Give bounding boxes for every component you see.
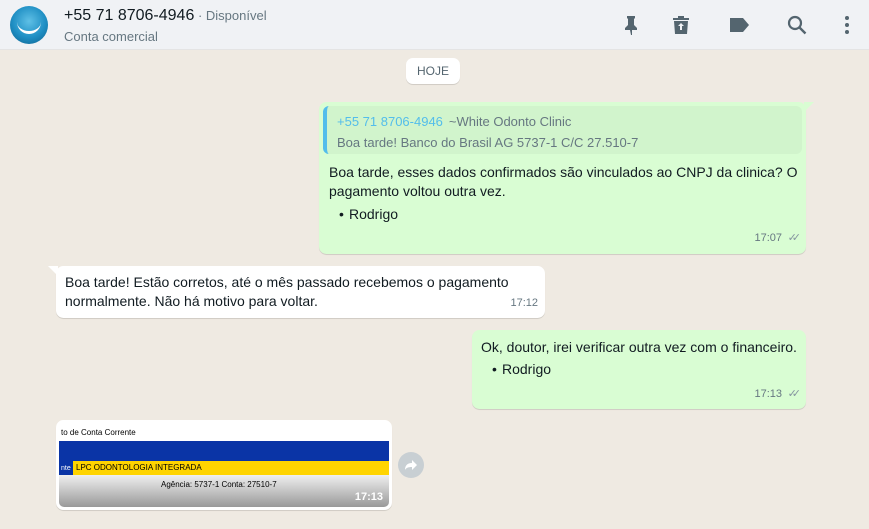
label-icon[interactable] <box>727 13 751 37</box>
image-company-name: LPC ODONTOLOGIA INTEGRADA <box>73 461 389 475</box>
image-side-text: nte <box>61 465 71 472</box>
image-preview[interactable]: to de Conta Corrente nte LPC ODONTOLOGIA… <box>59 423 389 507</box>
message-time: 17:13 <box>754 388 782 400</box>
incoming-message[interactable]: Boa tarde! Estão corretos, até o mês pas… <box>48 266 545 318</box>
image-account-text: Agência: 5737-1 Conta: 27510-7 <box>161 480 277 489</box>
search-icon[interactable] <box>785 13 809 37</box>
outgoing-message[interactable]: +55 71 8706-4946 ~White Odonto Clinic Boa… <box>319 102 814 254</box>
image-header-text: to de Conta Corrente <box>59 423 389 441</box>
message-text-line: normalmente. Não há motivo para voltar. <box>65 293 318 309</box>
message-text-line: Boa tarde! Estão corretos, até o mês pas… <box>65 274 509 290</box>
contact-name: +55 71 8706-4946 <box>64 7 195 24</box>
quoted-sender-number: +55 71 8706-4946 <box>337 114 443 129</box>
message-text-line: Boa tarde, esses dados confirmados são v… <box>329 164 798 180</box>
signature-bullet: • <box>492 361 497 377</box>
read-ticks-icon: ✓✓ <box>787 232 802 244</box>
bubble-tail <box>804 102 814 112</box>
message-signature: Rodrigo <box>349 206 399 222</box>
chat-header: +55 71 8706-4946 · Disponível Conta come… <box>0 0 869 50</box>
bubble-tail <box>48 266 58 276</box>
message-time: 17:13 <box>354 491 383 503</box>
message-time: 17:12 <box>510 297 538 309</box>
contact-info[interactable]: +55 71 8706-4946 · Disponível <box>64 7 267 25</box>
message-time: 17:07 <box>754 232 782 244</box>
outgoing-message[interactable]: Ok, doutor, irei verificar outra vez com… <box>472 330 806 409</box>
pin-icon[interactable] <box>619 13 643 37</box>
message-text: Ok, doutor, irei verificar outra vez com… <box>481 339 797 355</box>
message-text-line: pagamento voltou outra vez. <box>329 183 506 199</box>
contact-avatar[interactable] <box>10 6 48 44</box>
message-signature: Rodrigo <box>502 361 552 377</box>
menu-icon[interactable] <box>835 13 859 37</box>
incoming-image-message[interactable]: to de Conta Corrente nte LPC ODONTOLOGIA… <box>56 420 392 510</box>
avatar-logo <box>17 20 41 34</box>
delete-icon[interactable] <box>669 13 693 37</box>
quoted-sender-name: ~White Odonto Clinic <box>448 114 572 129</box>
quoted-text: Boa tarde! Banco do Brasil AG 5737-1 C/C… <box>337 135 639 150</box>
contact-subtitle: Conta comercial <box>64 29 158 44</box>
contact-status: · Disponível <box>194 8 267 23</box>
date-separator: HOJE <box>406 58 460 84</box>
quoted-message[interactable]: +55 71 8706-4946 ~White Odonto Clinic Boa… <box>323 106 802 154</box>
forward-icon[interactable] <box>398 452 424 478</box>
quoted-sender: +55 71 8706-4946 ~White Odonto Clinic <box>337 112 571 131</box>
read-ticks-icon: ✓✓ <box>787 388 802 400</box>
signature-bullet: • <box>339 206 344 222</box>
